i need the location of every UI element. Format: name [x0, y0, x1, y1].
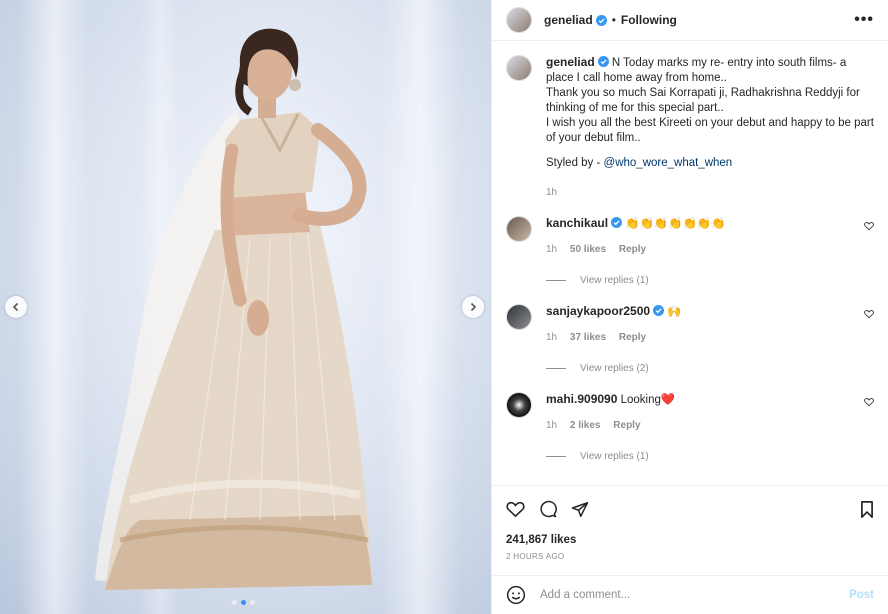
post-comment-button[interactable]: Post	[849, 589, 874, 601]
comment-likes[interactable]: 2 likes	[570, 420, 601, 431]
commenter-avatar[interactable]	[506, 216, 532, 242]
replies-line	[546, 280, 566, 281]
chevron-left-icon	[12, 302, 19, 312]
author-avatar[interactable]	[506, 55, 532, 81]
caption-time: 1h	[546, 187, 558, 198]
post-caption: geneliad N Today marks my re- entry into…	[506, 55, 874, 200]
likes-count[interactable]: 241,867 likes	[506, 534, 874, 546]
view-replies-label: View replies (1)	[580, 275, 649, 286]
reply-button[interactable]: Reply	[619, 244, 646, 255]
comment-text: 👏👏👏👏👏👏👏	[625, 218, 726, 230]
commenter-avatar[interactable]	[506, 304, 532, 330]
comment-text: 🙌	[667, 306, 682, 318]
comment-item: mahi.909090 Looking❤️ 1h 2 likes Reply V…	[506, 392, 874, 464]
comment-time: 1h	[546, 332, 558, 343]
previous-slide-button[interactable]	[5, 296, 27, 318]
comments-list[interactable]: geneliad N Today marks my re- entry into…	[492, 41, 888, 485]
author-username[interactable]: geneliad	[544, 13, 593, 27]
comment-item: kanchikaul 👏👏👏👏👏👏👏 1h 50 likes Reply Vie…	[506, 216, 874, 288]
chevron-right-icon	[470, 302, 477, 312]
following-button[interactable]: Following	[621, 13, 677, 27]
styled-by-link[interactable]: @who_wore_what_when	[604, 157, 733, 169]
like-heart-icon[interactable]	[506, 500, 525, 518]
reply-button[interactable]: Reply	[619, 332, 646, 343]
commenter-avatar[interactable]	[506, 392, 532, 418]
like-comment-heart-icon[interactable]	[864, 309, 874, 319]
verified-badge-icon	[595, 14, 607, 26]
verified-badge-icon	[653, 305, 665, 316]
like-comment-heart-icon[interactable]	[864, 221, 874, 231]
styled-by: Styled by - @who_wore_what_when	[546, 156, 874, 171]
styled-by-label: Styled by -	[546, 157, 601, 169]
comment-likes[interactable]: 37 likes	[570, 332, 606, 343]
woman-in-lehenga-illustration	[95, 28, 372, 590]
like-comment-heart-icon[interactable]	[864, 397, 874, 407]
comment-input[interactable]: Add a comment...	[540, 589, 849, 601]
carousel-dot-active	[241, 600, 246, 605]
post-timestamp: 2 HOURS AGO	[506, 552, 565, 561]
post-actions: 241,867 likes 2 HOURS AGO	[492, 485, 888, 575]
replies-line	[546, 368, 566, 369]
comment-username[interactable]: kanchikaul	[546, 216, 608, 230]
view-replies-button[interactable]: View replies (2)	[546, 361, 856, 376]
comment-likes[interactable]: 50 likes	[570, 244, 606, 255]
carousel-indicators	[232, 600, 255, 605]
verified-badge-icon	[611, 217, 623, 228]
carousel-dot	[232, 600, 237, 605]
reply-button[interactable]: Reply	[613, 420, 640, 431]
caption-line: I wish you all the best Kireeti on your …	[546, 117, 874, 144]
view-replies-label: View replies (1)	[580, 451, 649, 462]
post-sidebar: geneliad • Following ••• geneliad N Toda…	[491, 0, 888, 614]
view-replies-label: View replies (2)	[580, 363, 649, 374]
more-options-icon[interactable]: •••	[854, 12, 874, 28]
comment-username[interactable]: mahi.909090	[546, 392, 617, 406]
author-avatar[interactable]	[506, 7, 532, 33]
view-replies-button[interactable]: View replies (1)	[546, 449, 856, 464]
comment-item: sanjaykapoor2500 🙌 1h 37 likes Reply Vie…	[506, 304, 874, 376]
post-header: geneliad • Following •••	[492, 0, 888, 41]
post-image[interactable]	[0, 0, 491, 614]
emoji-smiley-icon[interactable]	[506, 585, 526, 605]
save-bookmark-icon[interactable]	[860, 500, 874, 518]
replies-line	[546, 456, 566, 457]
verified-badge-icon	[597, 56, 609, 67]
comment-text: Looking❤️	[620, 394, 676, 406]
caption-line: Thank you so much Sai Korrapati ji, Radh…	[546, 87, 860, 114]
comment-username[interactable]: sanjaykapoor2500	[546, 304, 650, 318]
share-paper-plane-icon[interactable]	[571, 501, 589, 518]
carousel-dot	[250, 600, 255, 605]
comment-bubble-icon[interactable]	[539, 500, 557, 518]
next-slide-button[interactable]	[462, 296, 484, 318]
comment-time: 1h	[546, 244, 558, 255]
header-separator: •	[611, 13, 616, 27]
view-replies-button[interactable]: View replies (1)	[546, 273, 856, 288]
add-comment-bar: Add a comment... Post	[492, 575, 888, 614]
comment-time: 1h	[546, 420, 558, 431]
caption-username[interactable]: geneliad	[546, 55, 595, 69]
